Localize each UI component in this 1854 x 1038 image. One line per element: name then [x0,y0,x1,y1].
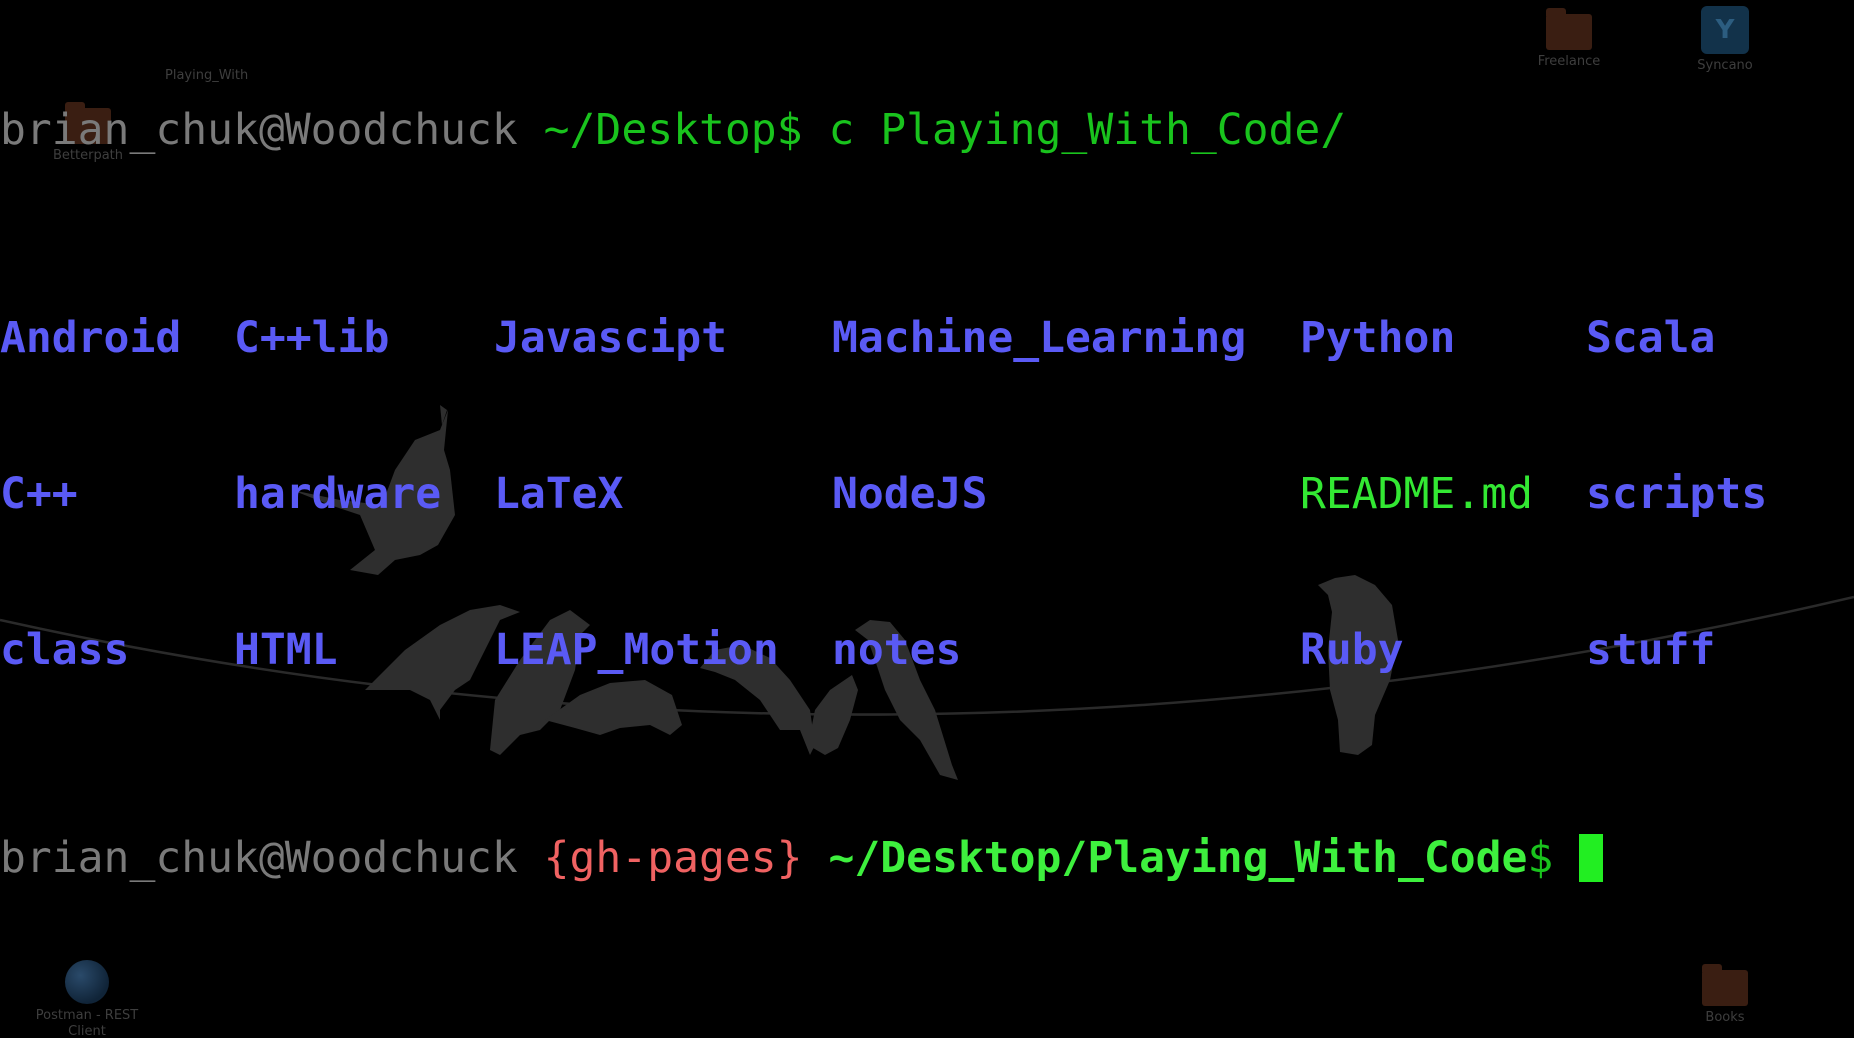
desktop-screen: Betterpath Playing_With Freelance Y Sync… [0,0,1854,1038]
git-branch: {gh-pages} [543,833,803,883]
dir-entry: stuff [1586,625,1716,675]
dir-entry: LaTeX [494,469,624,519]
listing-row: Android C++lib Javascipt Machine_Learnin… [0,312,1854,364]
dir-entry: HTML [234,625,338,675]
listing-row: class HTML LEAP_Motion notes Ruby stuff [0,624,1854,676]
desktop-icon-label: Books [1705,1010,1745,1025]
prompt-symbol: $ [776,105,803,155]
dir-entry: NodeJS [832,469,988,519]
prompt-path: ~/Desktop [543,105,777,155]
dir-entry: Python [1300,313,1456,363]
file-entry: README.md [1300,469,1533,519]
dir-entry: LEAP_Motion [494,625,779,675]
terminal-output[interactable]: brian_chuk@Woodchuck ~/Desktop$ c Playin… [0,0,1854,988]
dir-entry: Machine_Learning [832,313,1247,363]
prompt-line-2: brian_chuk@Woodchuck {gh-pages} ~/Deskto… [0,832,1854,884]
text-cursor[interactable] [1579,834,1604,882]
dir-entry: C++ [0,469,78,519]
dir-entry: notes [832,625,962,675]
dir-entry: Scala [1586,313,1716,363]
dir-entry: Javascipt [494,313,727,363]
dir-entry: Android [0,313,182,363]
prompt-path: ~/Desktop/Playing_With_Code [828,833,1528,883]
prompt-symbol: $ [1527,833,1554,883]
dir-entry: Ruby [1300,625,1404,675]
listing-row: C++ hardware LaTeX NodeJS README.md scri… [0,468,1854,520]
dir-entry: C++lib [234,313,390,363]
prompt-user-host: brian_chuk@Woodchuck [0,833,518,883]
dir-entry: class [0,625,130,675]
dir-entry: hardware [234,469,442,519]
command-text: c Playing_With_Code/ [828,105,1347,155]
prompt-line-1: brian_chuk@Woodchuck ~/Desktop$ c Playin… [0,104,1854,156]
dir-entry: scripts [1586,469,1768,519]
prompt-user-host: brian_chuk@Woodchuck [0,105,518,155]
